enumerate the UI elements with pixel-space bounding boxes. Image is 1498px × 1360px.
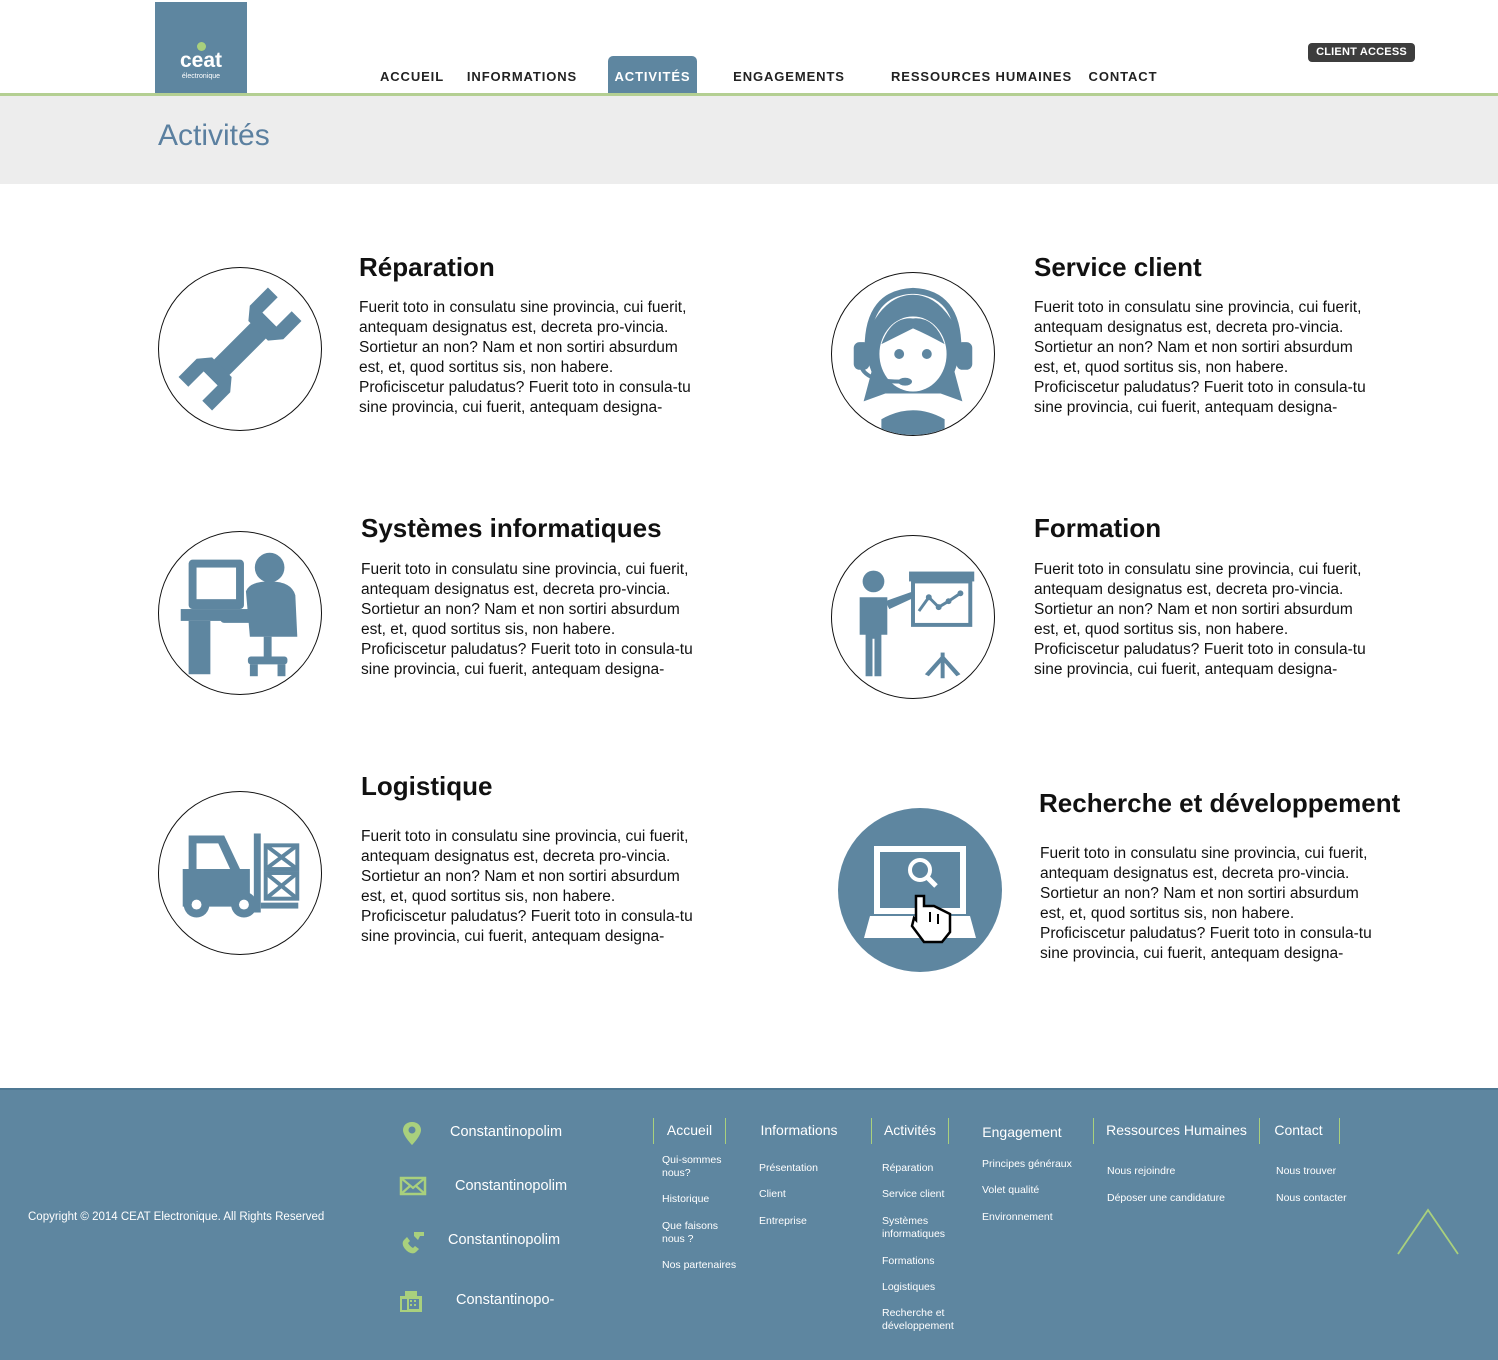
nav-ressources-humaines[interactable]: RESSOURCES HUMAINES <box>891 56 1071 93</box>
activity-title-systemes-informatiques: Systèmes informatiques <box>361 513 662 543</box>
footer-heading-contact[interactable]: Contact <box>1258 1118 1340 1144</box>
footer-link[interactable]: Réparation <box>882 1162 962 1175</box>
footer-link[interactable]: Formations <box>882 1255 962 1268</box>
nav-informations[interactable]: INFORMATIONS <box>465 56 579 93</box>
footer-link[interactable]: Client <box>759 1188 849 1201</box>
nav-engagements[interactable]: ENGAGEMENTS <box>733 56 845 93</box>
wrench-icon <box>158 267 322 431</box>
activity-text-recherche-developpement: Fuerit toto in consulatu sine provincia,… <box>1040 845 1372 962</box>
footer-heading-accueil[interactable]: Accueil <box>653 1118 726 1144</box>
activity-text-service-client: Fuerit toto in consulatu sine provincia,… <box>1034 299 1366 416</box>
footer-link[interactable]: Présentation <box>759 1162 849 1175</box>
nav-accueil[interactable]: ACCUEIL <box>379 56 445 93</box>
site-footer: Copyright © 2014 CEAT Electronique. All … <box>0 1088 1498 1360</box>
contact-phone-text[interactable]: Constantinopolim <box>448 1232 560 1248</box>
contact-email-text[interactable]: Constantinopolim <box>455 1178 567 1194</box>
headset-agent-icon <box>831 272 995 436</box>
footer-link[interactable]: Entreprise <box>759 1215 849 1228</box>
footer-link[interactable]: Que faisons nous ? <box>662 1220 722 1246</box>
footer-link[interactable]: Déposer une candidature <box>1107 1192 1257 1205</box>
footer-heading-informations[interactable]: Informations <box>752 1118 846 1144</box>
activity-title-service-client: Service client <box>1034 252 1202 282</box>
footer-heading-engagement[interactable]: Engagement <box>975 1120 1069 1146</box>
phone-icon <box>402 1232 424 1254</box>
footer-link[interactable]: Environnement <box>982 1211 1082 1224</box>
site-header: ceat électronique ACCUEIL INFORMATIONS A… <box>0 0 1498 96</box>
footer-link[interactable]: Logistiques <box>882 1281 962 1294</box>
client-access-button[interactable]: CLIENT ACCESS <box>1308 43 1415 62</box>
presentation-icon <box>831 535 995 699</box>
laptop-search-icon <box>838 808 1002 972</box>
activity-text-systemes-informatiques: Fuerit toto in consulatu sine provincia,… <box>361 561 693 678</box>
envelope-icon <box>399 1176 427 1196</box>
footer-heading-activites[interactable]: Activités <box>871 1118 949 1144</box>
footer-link[interactable]: Qui-sommes nous? <box>662 1154 732 1180</box>
nav-contact[interactable]: CONTACT <box>1087 56 1159 93</box>
activity-title-formation: Formation <box>1034 513 1162 543</box>
footer-link[interactable]: Principes généraux <box>982 1158 1082 1171</box>
footer-link[interactable]: Recherche et développement <box>882 1307 962 1333</box>
activity-title-reparation: Réparation <box>359 252 495 282</box>
page-title-band: Activités <box>0 96 1498 184</box>
fax-icon <box>400 1291 422 1312</box>
contact-address-text: Constantinopolim <box>450 1124 563 1140</box>
footer-link[interactable]: Historique <box>662 1193 732 1206</box>
activity-title-logistique: Logistique <box>361 771 493 801</box>
nav-activites[interactable]: ACTIVITÉS <box>608 56 697 93</box>
logo-subtitle: électronique <box>181 73 221 80</box>
footer-heading-ressources-humaines[interactable]: Ressources Humaines <box>1093 1118 1260 1144</box>
footer-link[interactable]: Nous trouver <box>1276 1165 1376 1178</box>
computer-user-icon <box>158 531 322 695</box>
logo-brand: ceat <box>179 49 223 72</box>
chevron-up-icon[interactable] <box>1397 1208 1459 1256</box>
forklift-icon <box>158 791 322 955</box>
footer-link[interactable]: Systèmes informatiques <box>882 1215 952 1241</box>
footer-link[interactable]: Nos partenaires <box>662 1259 752 1272</box>
footer-top-border <box>0 1088 1498 1090</box>
page-title: Activités <box>158 119 270 152</box>
activity-text-logistique: Fuerit toto in consulatu sine provincia,… <box>361 828 693 945</box>
contact-fax-text: Constantinopo- <box>456 1292 555 1308</box>
logo[interactable]: ceat électronique <box>155 2 247 93</box>
map-pin-icon <box>403 1122 421 1145</box>
footer-link[interactable]: Volet qualité <box>982 1184 1082 1197</box>
activity-text-formation: Fuerit toto in consulatu sine provincia,… <box>1034 561 1366 678</box>
copyright: Copyright © 2014 CEAT Electronique. All … <box>28 1211 325 1223</box>
activity-title-recherche-developpement: Recherche et développement <box>1039 788 1401 818</box>
activity-text-reparation: Fuerit toto in consulatu sine provincia,… <box>359 299 691 416</box>
footer-link[interactable]: Service client <box>882 1188 962 1201</box>
footer-link[interactable]: Nous rejoindre <box>1107 1165 1257 1178</box>
footer-link[interactable]: Nous contacter <box>1276 1192 1376 1205</box>
